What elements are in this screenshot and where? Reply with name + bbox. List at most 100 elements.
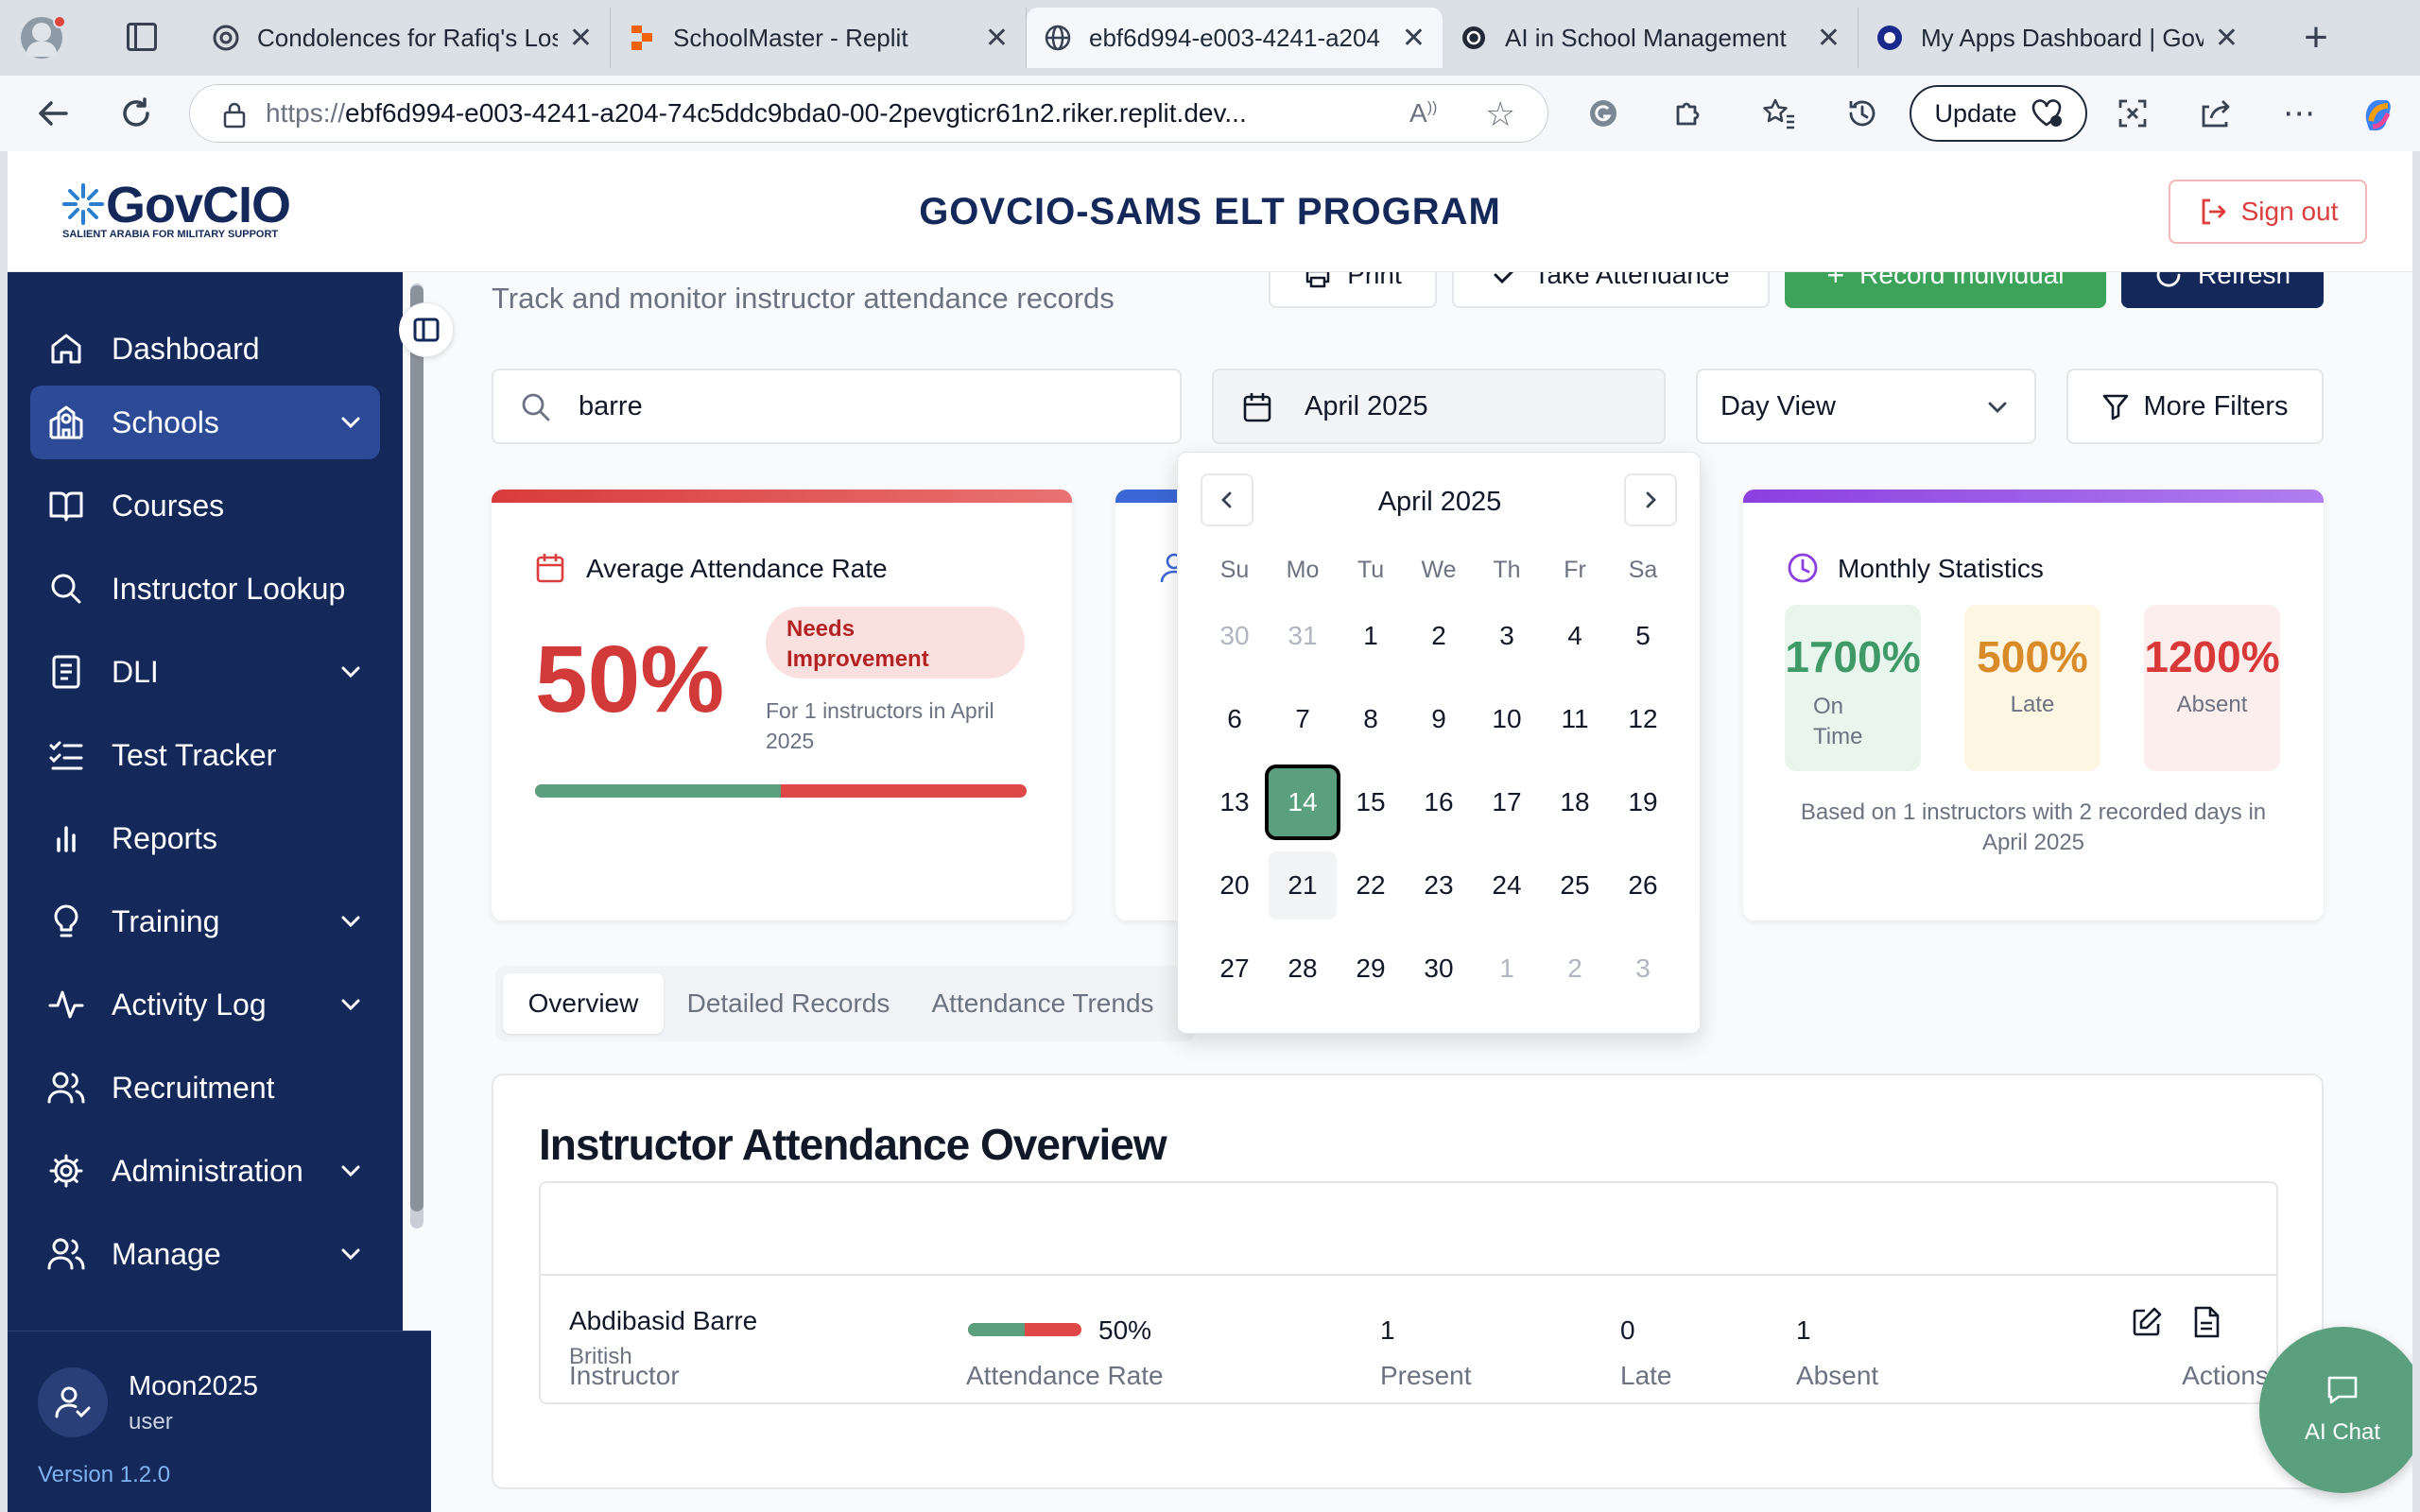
month-picker[interactable]: April 2025	[1212, 369, 1666, 444]
calendar-day[interactable]: 15	[1337, 768, 1405, 836]
tab-attendance-trends[interactable]: Attendance Trends	[915, 973, 1170, 1034]
calendar-day[interactable]: 1	[1473, 935, 1541, 1003]
reload-icon[interactable]	[113, 91, 159, 136]
sign-out-button[interactable]: Sign out	[2169, 180, 2367, 244]
calendar-day[interactable]: 7	[1269, 685, 1337, 753]
more-menu-icon[interactable]: ⋯	[2276, 91, 2322, 136]
calendar-day[interactable]: 12	[1609, 685, 1677, 753]
more-filters-button[interactable]: More Filters	[2066, 369, 2324, 444]
calendar-day[interactable]: 1	[1337, 602, 1405, 670]
search-input[interactable]: barre	[492, 369, 1182, 444]
calendar-day[interactable]: 3	[1473, 602, 1541, 670]
read-aloud-icon[interactable]: A))	[1409, 98, 1437, 129]
calendar-day[interactable]: 2	[1405, 602, 1473, 670]
calendar-day[interactable]: 23	[1405, 851, 1473, 919]
calendar-day[interactable]: 20	[1201, 851, 1269, 919]
calendar-day[interactable]: 19	[1609, 768, 1677, 836]
calendar-day[interactable]: 4	[1541, 602, 1609, 670]
sidebar-item-dashboard[interactable]: Dashboard	[30, 312, 380, 386]
sidebar-item-recruitment[interactable]: Recruitment	[30, 1051, 380, 1125]
calendar-day[interactable]: 25	[1541, 851, 1609, 919]
sidebar-item-test-tracker[interactable]: Test Tracker	[30, 718, 380, 792]
user-profile[interactable]: Moon2025 user Version 1.2.0	[8, 1331, 431, 1512]
column-header-late[interactable]: Late	[1620, 1361, 1672, 1391]
sidebar-item-label: Schools	[112, 404, 219, 439]
favorites-icon[interactable]	[1756, 91, 1802, 136]
lock-icon[interactable]	[222, 100, 247, 129]
sidebar-item-courses[interactable]: Courses	[30, 469, 380, 542]
sidebar-item-schools[interactable]: Schools	[30, 386, 380, 459]
attendance-progress-fill	[535, 784, 781, 798]
sidebar-toggle-button[interactable]	[399, 302, 454, 357]
sidebar-item-reports[interactable]: Reports	[30, 801, 380, 875]
update-button[interactable]: Update	[1910, 85, 2087, 142]
browser-tab-active[interactable]: ebf6d994-e003-4241-a204 ✕	[1027, 8, 1443, 68]
browser-tab[interactable]: AI in School Management ✕	[1443, 8, 1858, 68]
close-tab-icon[interactable]: ✕	[1817, 22, 1841, 55]
browser-tab[interactable]: Condolences for Rafiq's Los ✕	[195, 8, 611, 68]
column-header-absent[interactable]: Absent	[1796, 1361, 1878, 1391]
close-tab-icon[interactable]: ✕	[985, 22, 1009, 55]
calendar-day[interactable]: 11	[1541, 685, 1609, 753]
calendar-day[interactable]: 13	[1201, 768, 1269, 836]
tab-actions-icon[interactable]	[127, 23, 157, 51]
instructor-name[interactable]: Abdibasid Barre	[569, 1306, 757, 1336]
sidebar-item-administration[interactable]: Administration	[30, 1134, 380, 1208]
calendar-day[interactable]: 30	[1405, 935, 1473, 1003]
close-tab-icon[interactable]: ✕	[569, 22, 593, 55]
new-tab-icon[interactable]: +	[2293, 15, 2339, 60]
calendar-day[interactable]: 9	[1405, 685, 1473, 753]
calendar-day[interactable]: 29	[1337, 935, 1405, 1003]
tab-overview[interactable]: Overview	[503, 973, 664, 1034]
profile-avatar[interactable]	[21, 15, 66, 59]
calendar-day[interactable]: 2	[1541, 935, 1609, 1003]
sidebar-item-activity-log[interactable]: Activity Log	[30, 968, 380, 1041]
close-tab-icon[interactable]: ✕	[2215, 22, 2238, 55]
back-icon[interactable]	[30, 91, 76, 136]
calendar-day[interactable]: 28	[1269, 935, 1337, 1003]
sidebar-item-dli[interactable]: DLI	[30, 635, 380, 709]
calendar-day[interactable]: 5	[1609, 602, 1677, 670]
extensions-icon[interactable]	[1664, 91, 1709, 136]
sidebar-item-manage[interactable]: Manage	[30, 1217, 380, 1291]
calendar-day[interactable]: 8	[1337, 685, 1405, 753]
column-header-present[interactable]: Present	[1380, 1361, 1472, 1391]
tab-detailed-records[interactable]: Detailed Records	[675, 973, 902, 1034]
user-name: Moon2025	[129, 1371, 259, 1401]
app-title: GOVCIO-SAMS ELT PROGRAM	[919, 191, 1501, 232]
share-icon[interactable]	[2193, 91, 2238, 136]
calendar-day[interactable]: 31	[1269, 602, 1337, 670]
ai-chat-button[interactable]: AI Chat	[2259, 1327, 2412, 1493]
calendar-day[interactable]: 26	[1609, 851, 1677, 919]
calendar-day[interactable]: 16	[1405, 768, 1473, 836]
calendar-day[interactable]: 6	[1201, 685, 1269, 753]
browser-tab[interactable]: SchoolMaster - Replit ✕	[611, 8, 1027, 68]
tab-title: My Apps Dashboard | GovCI	[1921, 23, 2204, 52]
sidebar-scrollbar-thumb[interactable]	[410, 285, 424, 1211]
document-icon[interactable]	[2191, 1306, 2221, 1338]
screenshot-icon[interactable]	[2110, 91, 2155, 136]
url-bar[interactable]: https://ebf6d994-e003-4241-a204-74c5ddc9…	[189, 84, 1548, 143]
edit-icon[interactable]	[2131, 1306, 2163, 1338]
view-select[interactable]: Day View	[1696, 369, 2036, 444]
calendar-day[interactable]: 27	[1201, 935, 1269, 1003]
calendar-day-highlighted[interactable]: 21	[1269, 851, 1337, 919]
favorite-star-icon[interactable]: ☆	[1485, 94, 1515, 134]
calendar-day[interactable]: 18	[1541, 768, 1609, 836]
calendar-day[interactable]: 10	[1473, 685, 1541, 753]
calendar-day[interactable]: 22	[1337, 851, 1405, 919]
next-month-button[interactable]	[1624, 473, 1677, 526]
browser-tab[interactable]: My Apps Dashboard | GovCI ✕	[1858, 8, 2256, 68]
calendar-day[interactable]: 3	[1609, 935, 1677, 1003]
calendar-day[interactable]: 24	[1473, 851, 1541, 919]
sidebar-item-training[interactable]: Training	[30, 885, 380, 958]
history-icon[interactable]	[1840, 91, 1885, 136]
calendar-day[interactable]: 30	[1201, 602, 1269, 670]
close-tab-icon[interactable]: ✕	[1402, 22, 1426, 55]
grammarly-icon[interactable]	[1581, 91, 1626, 136]
calendar-day[interactable]: 17	[1473, 768, 1541, 836]
copilot-icon[interactable]	[2356, 91, 2401, 136]
column-header-attendance-rate[interactable]: Attendance Rate	[966, 1361, 1164, 1391]
sidebar-item-instructor-lookup[interactable]: Instructor Lookup	[30, 552, 380, 626]
calendar-day-selected[interactable]: 14	[1265, 765, 1340, 840]
